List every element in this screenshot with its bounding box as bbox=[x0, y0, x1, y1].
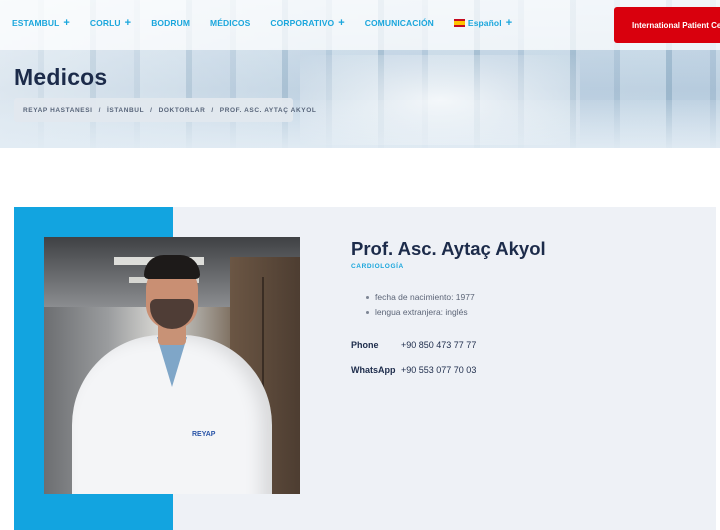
spain-flag-icon bbox=[453, 19, 465, 27]
breadcrumb-item-hospital[interactable]: REYAP HASTANESI bbox=[23, 107, 93, 114]
bullet-icon bbox=[366, 295, 369, 299]
nav-item-bodrum[interactable]: BODRUM bbox=[151, 18, 190, 28]
breadcrumb-item-current: PROF. ASC. AYTAÇ AKYOL bbox=[219, 106, 317, 114]
phone-label: Phone bbox=[351, 340, 379, 350]
nav-item-medicos[interactable]: MÉDICOS bbox=[210, 18, 250, 28]
contact-row-whatsapp: WhatsApp +90 553 077 70 03 bbox=[351, 365, 476, 375]
doctor-facts-list: fecha de nacimiento: 1977 lengua extranj… bbox=[366, 292, 475, 322]
doctor-specialty: CARDIOLOGÍA bbox=[351, 263, 404, 270]
coat-logo: REYAP bbox=[192, 431, 216, 438]
plus-icon: + bbox=[63, 17, 70, 29]
international-patient-center-button[interactable]: International Patient Center bbox=[614, 7, 720, 43]
breadcrumb: REYAP HASTANESI / İSTANBUL / DOKTORLAR /… bbox=[14, 98, 316, 122]
nav-item-corlu[interactable]: CORLU + bbox=[89, 17, 132, 29]
nav-list: ESTAMBUL + CORLU + BODRUM MÉDICOS CORPOR… bbox=[12, 17, 532, 29]
breadcrumb-separator: / bbox=[150, 106, 153, 114]
nav-item-corporativo[interactable]: CORPORATIVO + bbox=[270, 17, 345, 29]
nav-item-label: CORLU bbox=[89, 18, 121, 28]
bullet-icon bbox=[366, 310, 369, 314]
nav-item-label: ESTAMBUL bbox=[12, 18, 60, 28]
nav-item-estambul[interactable]: ESTAMBUL + bbox=[12, 17, 70, 29]
fact-text: lengua extranjera: inglés bbox=[375, 307, 468, 317]
language-label: Español bbox=[467, 18, 502, 28]
nav-item-label: BODRUM bbox=[151, 18, 191, 28]
nav-item-label: CORPORATIVO bbox=[270, 18, 335, 28]
language-selector[interactable]: Español + bbox=[453, 17, 513, 29]
whatsapp-link[interactable]: +90 553 077 70 03 bbox=[401, 365, 476, 375]
breadcrumb-item-city[interactable]: İSTANBUL bbox=[107, 107, 144, 114]
top-navbar: ESTAMBUL + CORLU + BODRUM MÉDICOS CORPOR… bbox=[0, 0, 720, 50]
breadcrumb-separator: / bbox=[211, 106, 214, 114]
phone-link[interactable]: +90 850 473 77 77 bbox=[401, 340, 476, 350]
plus-icon: + bbox=[124, 17, 132, 29]
doctor-name: Prof. Asc. Aytaç Akyol bbox=[351, 238, 546, 259]
nav-item-comunicacion[interactable]: COMUNICACIÓN bbox=[365, 18, 434, 28]
fact-birth-date: fecha de nacimiento: 1977 bbox=[366, 292, 475, 302]
plus-icon: + bbox=[338, 17, 345, 29]
plus-icon: + bbox=[505, 17, 513, 29]
doctor-hair bbox=[144, 255, 200, 279]
fact-languages: lengua extranjera: inglés bbox=[366, 307, 475, 317]
doctor-photo: REYAP bbox=[44, 237, 300, 494]
breadcrumb-item-doctors[interactable]: DOKTORLAR bbox=[159, 107, 206, 114]
nav-item-label: COMUNICACIÓN bbox=[364, 18, 434, 28]
contact-row-phone: Phone +90 850 473 77 77 bbox=[351, 340, 476, 350]
hero-glow bbox=[300, 55, 580, 145]
whatsapp-label: WhatsApp bbox=[351, 365, 396, 375]
breadcrumb-separator: / bbox=[98, 106, 101, 114]
page-title: Medicos bbox=[14, 64, 108, 90]
nav-item-label: MÉDICOS bbox=[210, 18, 251, 28]
fact-text: fecha de nacimiento: 1977 bbox=[375, 292, 475, 302]
